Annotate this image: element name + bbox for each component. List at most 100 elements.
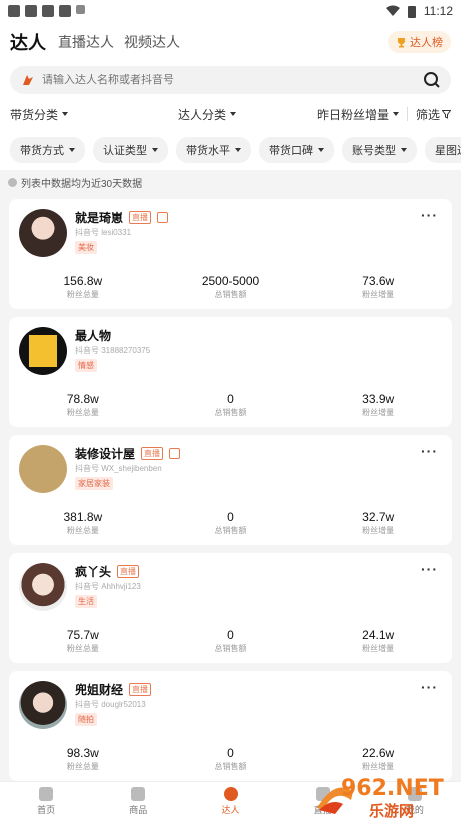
nav-goods[interactable]: 商品 bbox=[92, 782, 184, 821]
chip-label: 星图达人 bbox=[435, 145, 461, 157]
search-icon[interactable] bbox=[423, 71, 441, 89]
notice-text: 列表中数据均为近30天数据 bbox=[21, 178, 143, 190]
stat-fans-growth: 73.6w 粉丝增量 bbox=[304, 274, 452, 300]
stat-fans-growth: 32.7w 粉丝增量 bbox=[304, 510, 452, 536]
chip-label: 带货方式 bbox=[20, 145, 64, 157]
creator-name: 最人物 bbox=[75, 329, 112, 343]
creator-category-filter[interactable]: 达人分类 bbox=[178, 106, 237, 123]
stat-sales: 0 总销售额 bbox=[157, 746, 305, 772]
stat-value: 0 bbox=[227, 746, 234, 760]
chip-xingtu[interactable]: 星图达人 bbox=[425, 137, 461, 163]
stat-value: 22.6w bbox=[362, 746, 395, 760]
nav-creators[interactable]: 达人 bbox=[184, 782, 276, 821]
screen-filter-label: 筛选 bbox=[415, 107, 440, 122]
avatar-logo bbox=[29, 335, 57, 367]
screen-filter-button[interactable]: 筛选 bbox=[416, 106, 451, 123]
more-icon[interactable]: ··· bbox=[421, 443, 438, 459]
creator-card[interactable]: 疯丫头 直播 抖音号 Ahhhvji123 生活 ··· 75.7w 粉丝总量 0 总… bbox=[9, 553, 452, 663]
creator-card[interactable]: 装修设计屋 直播 抖音号 WX_shejibenben 家居家装 ··· 381.… bbox=[9, 435, 452, 545]
caret-down-icon bbox=[318, 148, 324, 152]
creator-name-row: 就是琦崽 直播 bbox=[75, 209, 169, 226]
chip-label: 认证类型 bbox=[103, 145, 147, 157]
nav-label: 首页 bbox=[37, 805, 56, 815]
stat-value: 381.8w bbox=[63, 510, 103, 524]
creator-name-row: 兜姐财经 直播 bbox=[75, 681, 152, 698]
tab-live-creators[interactable]: 直播达人 bbox=[58, 32, 114, 52]
site-watermark: 962.NET 乐游网 bbox=[305, 770, 455, 820]
creator-card[interactable]: 就是琦崽 直播 抖音号 lesi0331 美妆 ··· 156.8w 粉丝总量 25… bbox=[9, 199, 452, 309]
chip-label: 带货口碑 bbox=[269, 145, 313, 157]
avatar bbox=[19, 563, 67, 611]
stats-row: 381.8w 粉丝总量 0 总销售额 32.7w 粉丝增量 bbox=[9, 510, 452, 536]
clock: 11:12 bbox=[423, 4, 453, 18]
creators-icon bbox=[223, 787, 238, 801]
stats-row: 156.8w 粉丝总量 2500-5000 总销售额 73.6w 粉丝增量 bbox=[9, 274, 452, 300]
chip-label: 带货水平 bbox=[186, 145, 230, 157]
caret-down-icon bbox=[152, 148, 158, 152]
stat-value: 24.1w bbox=[362, 628, 395, 642]
watermark-name: 乐游网 bbox=[369, 802, 415, 820]
shop-icon bbox=[157, 212, 169, 223]
chip-reputation[interactable]: 带货口碑 bbox=[259, 137, 334, 163]
stat-label: 粉丝增量 bbox=[362, 290, 395, 299]
live-badge: 直播 bbox=[129, 211, 152, 224]
shop-icon bbox=[169, 448, 181, 459]
chip-sales-method[interactable]: 带货方式 bbox=[10, 137, 85, 163]
stat-label: 粉丝总量 bbox=[66, 408, 99, 417]
chip-account-type[interactable]: 账号类型 bbox=[342, 137, 417, 163]
stat-value: 33.9w bbox=[362, 392, 395, 406]
stat-fans-total: 78.8w 粉丝总量 bbox=[9, 392, 157, 418]
creator-name-row: 最人物 bbox=[75, 327, 111, 344]
caret-down-icon bbox=[230, 112, 237, 116]
caret-down-icon bbox=[62, 112, 69, 116]
tab-video-creators[interactable]: 视频达人 bbox=[124, 32, 180, 52]
category-tag: 随拍 bbox=[75, 713, 97, 726]
more-icon[interactable]: ··· bbox=[421, 679, 438, 695]
home-icon bbox=[39, 787, 54, 801]
notification-icons bbox=[8, 5, 85, 17]
stat-fans-total: 381.8w 粉丝总量 bbox=[9, 510, 157, 536]
more-icon[interactable]: ··· bbox=[421, 561, 438, 577]
creator-name: 就是琦崽 bbox=[75, 211, 124, 225]
stats-row: 98.3w 粉丝总量 0 总销售额 22.6w 粉丝增量 bbox=[9, 746, 452, 772]
search-box[interactable] bbox=[10, 66, 451, 94]
more-icon[interactable]: ··· bbox=[421, 207, 438, 223]
fans-growth-sort[interactable]: 昨日粉丝增量 bbox=[317, 106, 399, 123]
creator-card[interactable]: 最人物 抖音号 31888270375 情感 78.8w 粉丝总量 0 总销售额 3… bbox=[9, 317, 452, 427]
search-input[interactable] bbox=[42, 74, 423, 86]
chip-certification[interactable]: 认证类型 bbox=[93, 137, 168, 163]
notification-icon bbox=[42, 5, 54, 17]
stat-label: 粉丝增量 bbox=[362, 526, 395, 535]
info-icon bbox=[8, 177, 17, 187]
stat-value: 156.8w bbox=[63, 274, 103, 288]
nav-home[interactable]: 首页 bbox=[0, 782, 92, 821]
stat-fans-total: 156.8w 粉丝总量 bbox=[9, 274, 157, 300]
watermark-site: 962.NET bbox=[341, 776, 444, 801]
tab-creators[interactable]: 达人 bbox=[10, 29, 46, 55]
stat-value: 0 bbox=[227, 510, 234, 524]
stat-label: 总销售额 bbox=[214, 644, 247, 653]
stat-value: 73.6w bbox=[362, 274, 395, 288]
notification-icon bbox=[25, 5, 37, 17]
creator-name: 装修设计屋 bbox=[75, 447, 136, 461]
app-logo-icon bbox=[23, 75, 33, 85]
douyin-id: 抖音号 lesi0331 bbox=[75, 228, 132, 237]
creator-rank-button[interactable]: 达人榜 bbox=[388, 31, 451, 53]
stat-sales: 0 总销售额 bbox=[157, 392, 305, 418]
nav-label: 达人 bbox=[221, 805, 240, 815]
stat-label: 粉丝总量 bbox=[66, 762, 99, 771]
stat-fans-growth: 22.6w 粉丝增量 bbox=[304, 746, 452, 772]
stat-fans-growth: 33.9w 粉丝增量 bbox=[304, 392, 452, 418]
notification-icon bbox=[76, 5, 85, 14]
stat-label: 粉丝总量 bbox=[66, 526, 99, 535]
chip-sales-level[interactable]: 带货水平 bbox=[176, 137, 251, 163]
stat-value: 98.3w bbox=[66, 746, 99, 760]
creator-category-label: 达人分类 bbox=[178, 107, 227, 122]
caret-down-icon bbox=[401, 148, 407, 152]
live-badge: 直播 bbox=[129, 683, 152, 696]
creator-name-row: 装修设计屋 直播 bbox=[75, 445, 181, 462]
category-tag: 家居家装 bbox=[75, 477, 113, 490]
creator-card[interactable]: 兜姐财经 直播 抖音号 douglr52013 随拍 ··· 98.3w 粉丝总量 … bbox=[9, 671, 452, 781]
live-badge: 直播 bbox=[117, 565, 140, 578]
goods-category-filter[interactable]: 带货分类 bbox=[10, 106, 69, 123]
